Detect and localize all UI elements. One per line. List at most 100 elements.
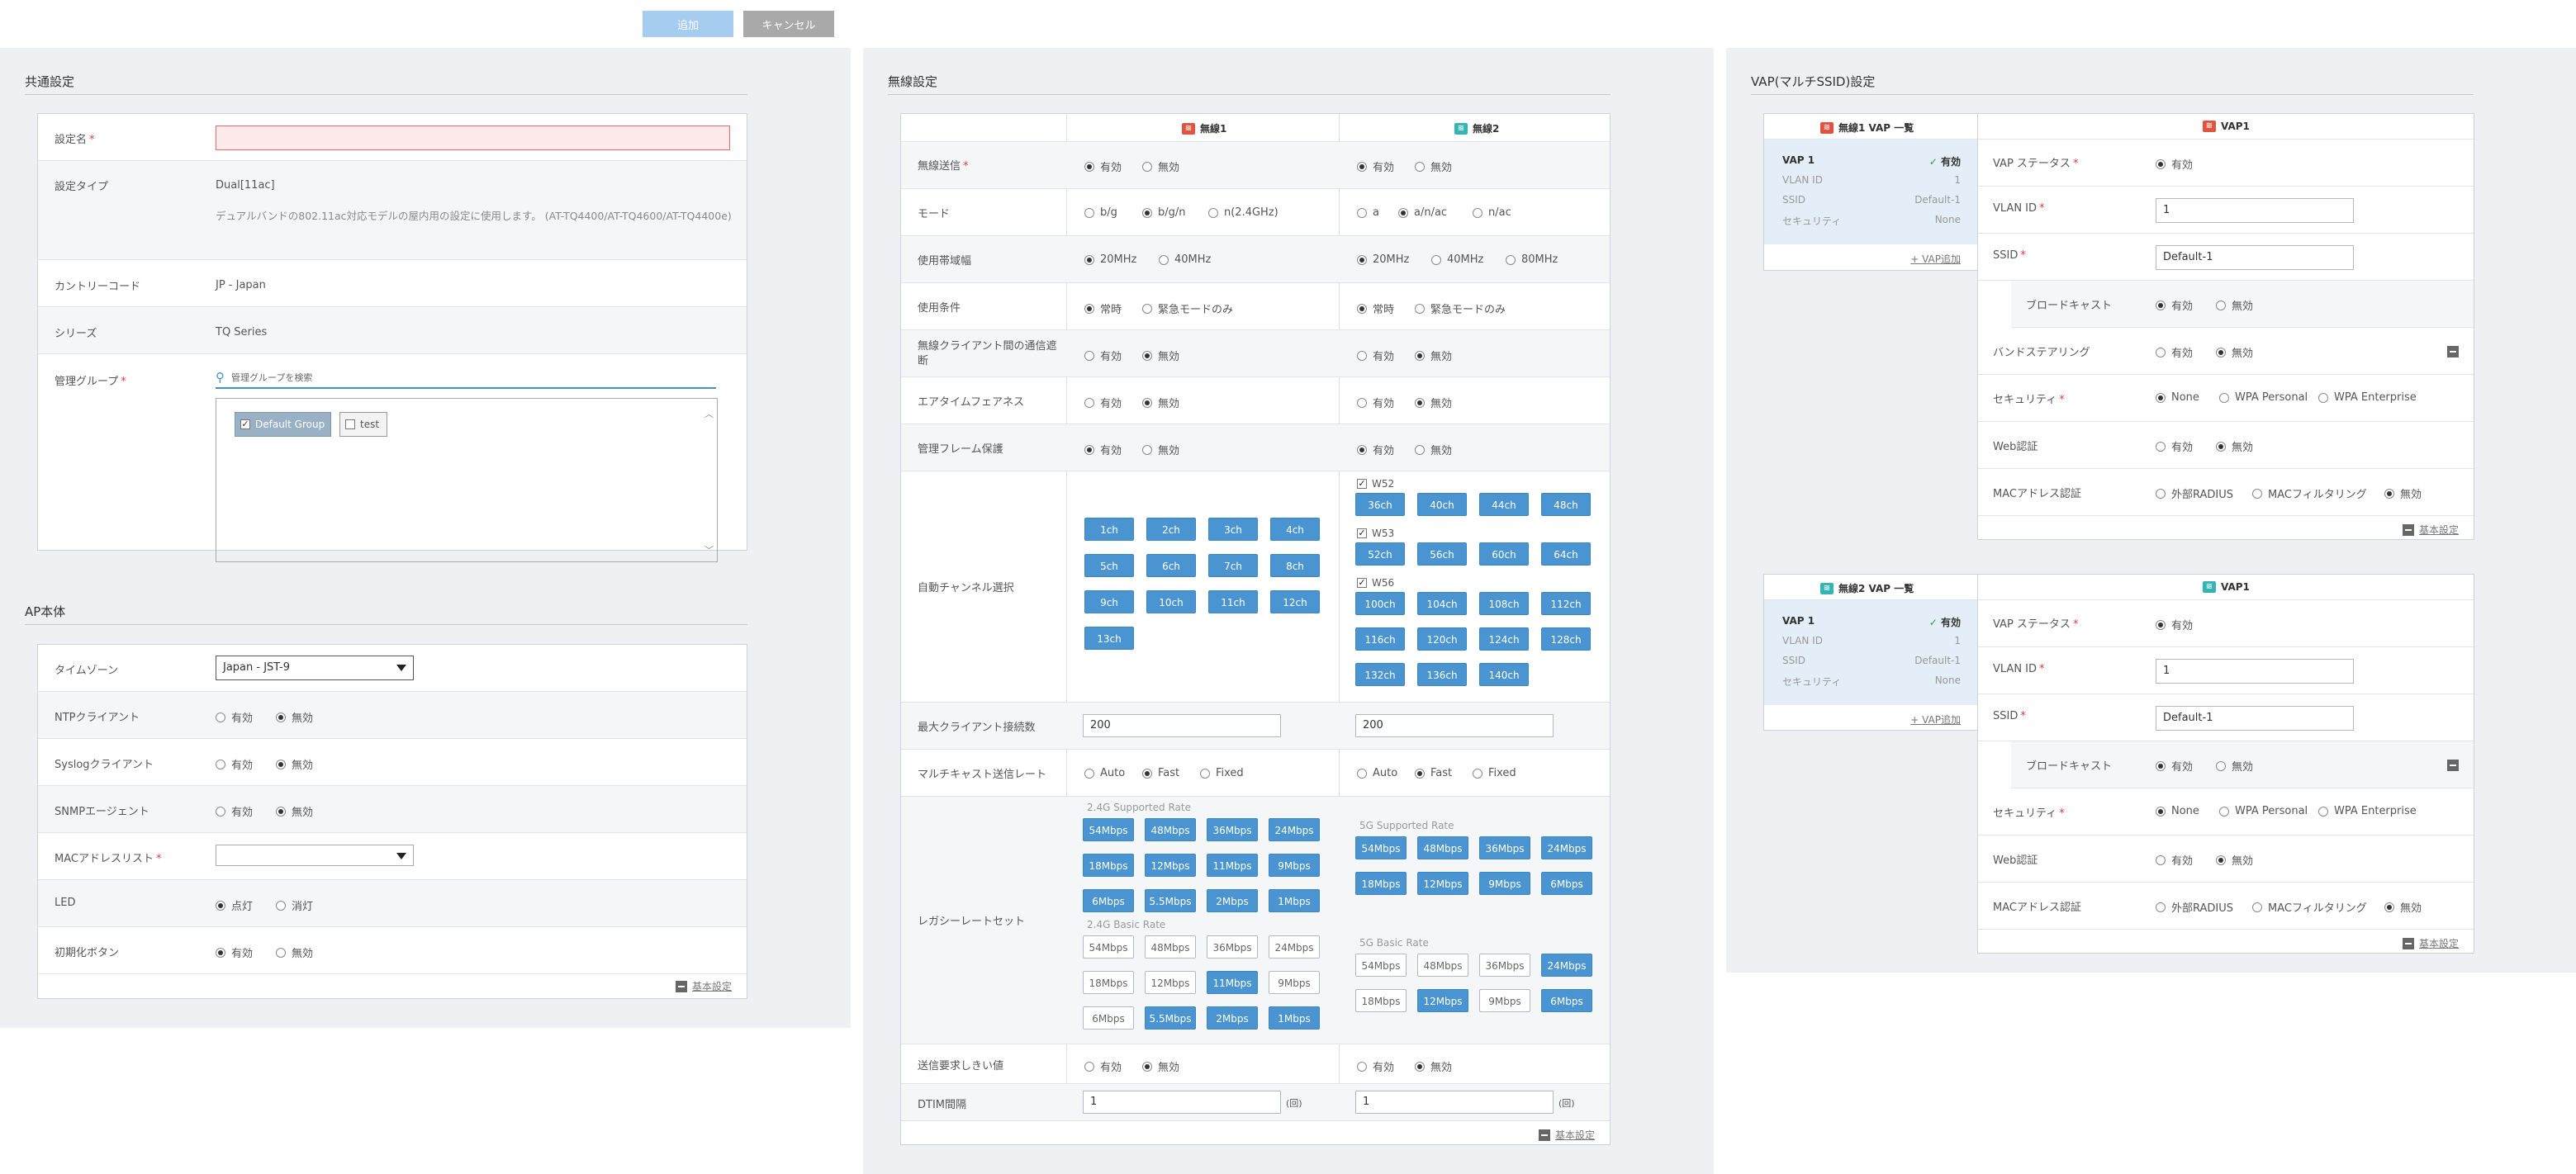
vap-status-on[interactable]: 有効 [2156,617,2193,632]
add-vap-button[interactable]: + VAP追加 [1910,252,1961,266]
basic-rate-chip[interactable]: 9Mbps [1479,989,1530,1012]
add-vap-button[interactable]: + VAP追加 [1910,712,1961,727]
basic-rate-chip[interactable]: 9Mbps [1269,971,1320,994]
reset-off-radio[interactable]: 無効 [276,944,313,960]
tx1-on[interactable]: 有効 [1084,159,1122,174]
channel-chip[interactable]: 64ch [1541,542,1591,566]
basic-rate-chip[interactable]: 24Mbps [1541,954,1592,977]
mc1-fast[interactable]: Fast [1142,767,1179,779]
bw1-20[interactable]: 20MHz [1084,253,1136,266]
mode2-anac[interactable]: a/n/ac [1398,206,1447,219]
ssid-input[interactable]: Default-1 [2156,706,2354,731]
security-wpa-personal[interactable]: WPA Personal [2219,391,2308,404]
channel-chip[interactable]: 40ch [1417,493,1467,516]
dtim2-input[interactable]: 1 [1355,1091,1554,1114]
rate-chip[interactable]: 1Mbps [1269,889,1320,912]
mac-auth-filter[interactable]: MACフィルタリング [2252,485,2367,501]
vlan-id-input[interactable]: 1 [2156,659,2354,684]
ap-basic-settings-link[interactable]: 基本設定 [675,979,732,993]
mc1-auto[interactable]: Auto [1084,767,1125,779]
basic-rate-chip[interactable]: 18Mbps [1083,971,1134,994]
mac-auth-radius[interactable]: 外部RADIUS [2156,485,2233,501]
rts2-off[interactable]: 無効 [1415,1058,1452,1074]
scroll-down-icon[interactable]: ﹀ [704,543,714,556]
channel-chip[interactable]: 2ch [1146,518,1196,541]
cancel-button[interactable]: キャンセル [743,11,834,37]
group-chip-default[interactable]: ✓ Default Group [235,412,331,437]
basic-rate-chip[interactable]: 11Mbps [1207,971,1258,994]
rate-chip[interactable]: 48Mbps [1417,836,1468,859]
channel-chip[interactable]: 140ch [1479,663,1529,686]
channel-chip[interactable]: 132ch [1355,663,1405,686]
channel-chip[interactable]: 112ch [1541,592,1591,615]
security-wpa-enterprise[interactable]: WPA Enterprise [2318,805,2417,817]
mode1-bg[interactable]: b/g [1084,206,1117,219]
channel-chip[interactable]: 56ch [1417,542,1467,566]
snmp-on-radio[interactable]: 有効 [216,803,253,819]
bw2-20[interactable]: 20MHz [1357,253,1409,266]
basic-rate-chip[interactable]: 6Mbps [1541,989,1592,1012]
syslog-on-radio[interactable]: 有効 [216,756,253,772]
mode2-a[interactable]: a [1357,206,1379,219]
basic-rate-chip[interactable]: 54Mbps [1355,954,1407,977]
channel-chip[interactable]: 5ch [1084,554,1134,577]
iso1-off[interactable]: 無効 [1142,348,1179,363]
collapse-button[interactable] [2447,346,2459,357]
channel-chip[interactable]: 13ch [1084,627,1134,650]
channel-chip[interactable]: 48ch [1541,493,1591,516]
rate-chip[interactable]: 9Mbps [1479,872,1530,895]
rate-chip[interactable]: 54Mbps [1355,836,1407,859]
web-auth-on[interactable]: 有効 [2156,438,2193,454]
rate-chip[interactable]: 18Mbps [1355,872,1407,895]
mac-list-select[interactable] [216,845,414,866]
bw2-80[interactable]: 80MHz [1506,253,1558,266]
rate-chip[interactable]: 36Mbps [1207,818,1258,841]
basic-rate-chip[interactable]: 24Mbps [1269,935,1320,959]
channel-chip[interactable]: 12ch [1270,590,1320,613]
config-name-input[interactable] [216,125,730,150]
max-clients1-input[interactable]: 200 [1083,714,1281,737]
web-auth-on[interactable]: 有効 [2156,852,2193,868]
rate-chip[interactable]: 48Mbps [1145,818,1196,841]
vap-summary-card[interactable]: VAP 1 ✓ 有効 VLAN ID 1 SSID Default-1 セキュリティ None [1764,140,1977,244]
mac-auth-off[interactable]: 無効 [2384,485,2422,501]
cond2-always[interactable]: 常時 [1357,301,1394,316]
channel-chip[interactable]: 11ch [1208,590,1258,613]
security-wpa-enterprise[interactable]: WPA Enterprise [2318,391,2417,404]
basic-rate-chip[interactable]: 48Mbps [1417,954,1468,977]
add-button[interactable]: 追加 [643,11,733,37]
channel-chip[interactable]: 6ch [1146,554,1196,577]
vap-basic-settings-link[interactable]: 基本設定 [2402,936,2459,950]
channel-chip[interactable]: 36ch [1355,493,1405,516]
led-off-radio[interactable]: 消灯 [276,897,313,913]
broadcast-on[interactable]: 有効 [2156,758,2193,774]
timezone-select[interactable]: Japan - JST-9 [216,656,414,680]
channel-chip[interactable]: 4ch [1270,518,1320,541]
channel-chip[interactable]: 124ch [1479,627,1529,651]
pmf1-on[interactable]: 有効 [1084,442,1122,457]
group-search[interactable]: ⚲ 管理グループを検索 [216,367,716,389]
broadcast-off[interactable]: 無効 [2216,758,2253,774]
security-none[interactable]: None [2156,805,2199,817]
web-auth-off[interactable]: 無効 [2216,852,2253,868]
channel-chip[interactable]: 10ch [1146,590,1196,613]
group-chip-test[interactable]: test [339,412,387,437]
mc1-fixed[interactable]: Fixed [1200,767,1244,779]
air1-off[interactable]: 無効 [1142,395,1179,410]
air2-on[interactable]: 有効 [1357,395,1394,410]
basic-rate-chip[interactable]: 1Mbps [1269,1006,1320,1030]
rate-chip[interactable]: 6Mbps [1083,889,1134,912]
mac-auth-off[interactable]: 無効 [2384,899,2422,915]
iso2-on[interactable]: 有効 [1357,348,1394,363]
mac-auth-radius[interactable]: 外部RADIUS [2156,899,2233,915]
basic-rate-chip[interactable]: 12Mbps [1145,971,1196,994]
rate-chip[interactable]: 5.5Mbps [1145,889,1196,912]
basic-rate-chip[interactable]: 48Mbps [1145,935,1196,959]
security-wpa-personal[interactable]: WPA Personal [2219,805,2308,817]
rate-chip[interactable]: 24Mbps [1541,836,1592,859]
rate-chip[interactable]: 36Mbps [1479,836,1530,859]
vap-status-on[interactable]: 有効 [2156,156,2193,172]
rate-chip[interactable]: 12Mbps [1145,854,1196,877]
channel-chip[interactable]: 8ch [1270,554,1320,577]
w53-checkbox[interactable]: ✓ W53 [1357,528,1394,539]
